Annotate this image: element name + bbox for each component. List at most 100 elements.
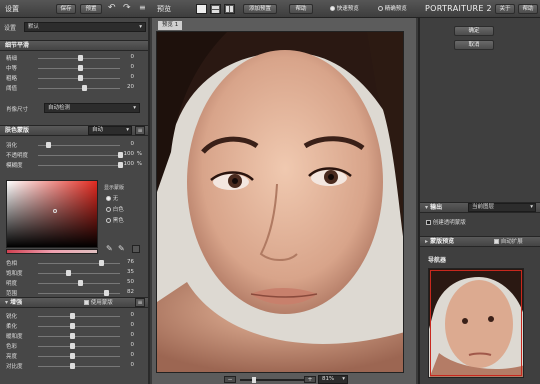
mask-label: 模糊度 — [6, 163, 23, 169]
enhance-slider-knob[interactable] — [70, 333, 75, 339]
zoom-slider[interactable] — [240, 379, 304, 381]
enhance-slider[interactable] — [38, 346, 120, 347]
enhance-slider-knob[interactable] — [70, 353, 75, 359]
mask-value[interactable]: 100 — [118, 161, 135, 167]
split-horizontal-icon[interactable] — [210, 4, 221, 14]
mask-value[interactable]: 100 — [118, 151, 135, 157]
detail-slider-knob[interactable] — [78, 65, 83, 71]
color-value[interactable]: 35 — [118, 269, 134, 275]
zoom-in-button[interactable]: + — [304, 376, 316, 383]
add-preset-button[interactable]: 添加预置 — [243, 4, 277, 14]
enhance-slider[interactable] — [38, 366, 120, 367]
color-slider[interactable] — [38, 273, 120, 274]
mask-slider[interactable] — [38, 155, 120, 156]
tab-preview-1[interactable]: 预览 1 — [158, 21, 183, 30]
zoom-slider-knob[interactable] — [252, 377, 256, 383]
enhance-slider-knob[interactable] — [70, 343, 75, 349]
single-view-icon[interactable] — [196, 4, 207, 14]
help-right-button[interactable]: 帮助 — [518, 4, 538, 14]
settings-panel: 设置 默认 ▾ 细节平滑 精细 0 中等 0 粗略 0 阈值 20 肖像尺寸 自动检测 ▾ 肤色蒙… — [0, 18, 150, 384]
split-vertical-icon[interactable] — [224, 4, 235, 14]
about-button[interactable]: 关于 — [495, 4, 515, 14]
enhance-value[interactable]: 0 — [118, 362, 135, 368]
color-value[interactable]: 76 — [118, 259, 134, 265]
detail-value[interactable]: 20 — [118, 84, 134, 90]
fast-preview-option[interactable]: 快速预览 — [330, 4, 359, 12]
transparent-mask-checkbox[interactable]: 创建透明蒙版 — [426, 218, 466, 226]
enhance-slider[interactable] — [38, 316, 120, 317]
mask-row: 模糊度 100% — [0, 160, 148, 170]
color-slider-knob[interactable] — [103, 290, 109, 296]
enhance-value[interactable]: 0 — [118, 332, 135, 338]
color-value[interactable]: 82 — [118, 289, 134, 295]
detail-label: 中等 — [6, 66, 18, 72]
mask-mode-select[interactable]: 自动 ▾ — [88, 126, 132, 135]
enhance-label: 暖和度 — [6, 334, 23, 340]
zoom-value-select[interactable]: 81% ▾ — [318, 375, 348, 384]
eyedropper-icon[interactable]: ✎ — [106, 244, 113, 253]
enhance-value[interactable]: 0 — [118, 312, 135, 318]
enhance-header[interactable]: ▾ 增强 — [0, 297, 148, 308]
auto-expand-checkbox[interactable]: 自动扩展 — [494, 237, 523, 245]
show-mask-white[interactable]: 白色 — [106, 205, 124, 213]
mask-value[interactable]: 0 — [118, 141, 135, 147]
eyedropper-add-icon[interactable]: ✎ — [118, 244, 125, 253]
enhance-slider-knob[interactable] — [70, 363, 75, 369]
color-picker[interactable] — [6, 180, 98, 248]
color-slider-knob[interactable] — [98, 260, 104, 266]
hue-strip[interactable] — [6, 249, 98, 254]
skin-mask-rows: 羽化 0 不透明度 100% 模糊度 100% — [0, 140, 148, 170]
precise-preview-option[interactable]: 精确预览 — [378, 4, 407, 12]
reset-icon[interactable] — [132, 245, 140, 253]
color-value[interactable]: 50 — [118, 279, 134, 285]
list-icon[interactable]: ≡ — [135, 126, 145, 135]
detail-slider-knob[interactable] — [78, 75, 83, 81]
navigator-thumbnail[interactable] — [428, 268, 524, 378]
mask-unit: % — [136, 161, 142, 167]
color-slider[interactable] — [38, 263, 120, 264]
undo-icon[interactable]: ↶ — [108, 3, 116, 13]
menu-icon[interactable]: ≡ — [139, 3, 146, 12]
save-button[interactable]: 保存 — [56, 4, 76, 14]
ok-button[interactable]: 确定 — [454, 26, 494, 36]
color-slider-knob[interactable] — [78, 280, 83, 286]
enhance-label: 亮度 — [6, 354, 18, 360]
redo-icon[interactable]: ↷ — [123, 3, 131, 13]
enhance-slider[interactable] — [38, 326, 120, 327]
show-mask-black[interactable]: 黑色 — [106, 216, 124, 224]
use-mask-checkbox[interactable]: 使用蒙版 — [84, 298, 113, 306]
zoom-out-button[interactable]: − — [224, 376, 236, 383]
detail-slider-knob[interactable] — [82, 85, 87, 91]
enhance-slider[interactable] — [38, 336, 120, 337]
enhance-slider[interactable] — [38, 356, 120, 357]
mask-slider[interactable] — [38, 165, 120, 166]
detail-slider[interactable] — [38, 88, 120, 89]
detail-smoothing-header[interactable]: 细节平滑 — [0, 40, 148, 51]
enhance-slider-knob[interactable] — [70, 313, 75, 319]
detail-slider-knob[interactable] — [78, 55, 83, 61]
preset-select[interactable]: 默认 ▾ — [24, 22, 146, 32]
color-slider-knob[interactable] — [66, 270, 71, 276]
help-button[interactable]: 帮助 — [289, 4, 313, 14]
preset-button[interactable]: 预置 — [80, 4, 102, 14]
color-row: 色相 76 — [0, 258, 148, 268]
navigator-viewport[interactable] — [430, 270, 522, 376]
detail-value[interactable]: 0 — [118, 54, 135, 60]
color-picker-cursor[interactable] — [53, 209, 57, 213]
portrait-photo — [157, 32, 403, 372]
output-select[interactable]: 当前图层 ▾ — [468, 203, 536, 212]
enhance-row: 锐化 0 — [0, 311, 148, 321]
enhance-value[interactable]: 0 — [118, 352, 135, 358]
show-mask-none[interactable]: 无 — [106, 194, 118, 202]
detail-value[interactable]: 0 — [118, 74, 135, 80]
enhance-list-icon[interactable]: ≡ — [135, 298, 145, 307]
cancel-button[interactable]: 取消 — [454, 40, 494, 50]
detail-value[interactable]: 0 — [118, 64, 135, 70]
portrait-image[interactable] — [156, 31, 404, 373]
portrait-size-select[interactable]: 自动检测 ▾ — [44, 103, 140, 113]
mask-slider-knob[interactable] — [46, 142, 51, 148]
detail-label: 精细 — [6, 56, 18, 62]
enhance-value[interactable]: 0 — [118, 322, 135, 328]
enhance-value[interactable]: 0 — [118, 342, 135, 348]
enhance-slider-knob[interactable] — [70, 323, 75, 329]
